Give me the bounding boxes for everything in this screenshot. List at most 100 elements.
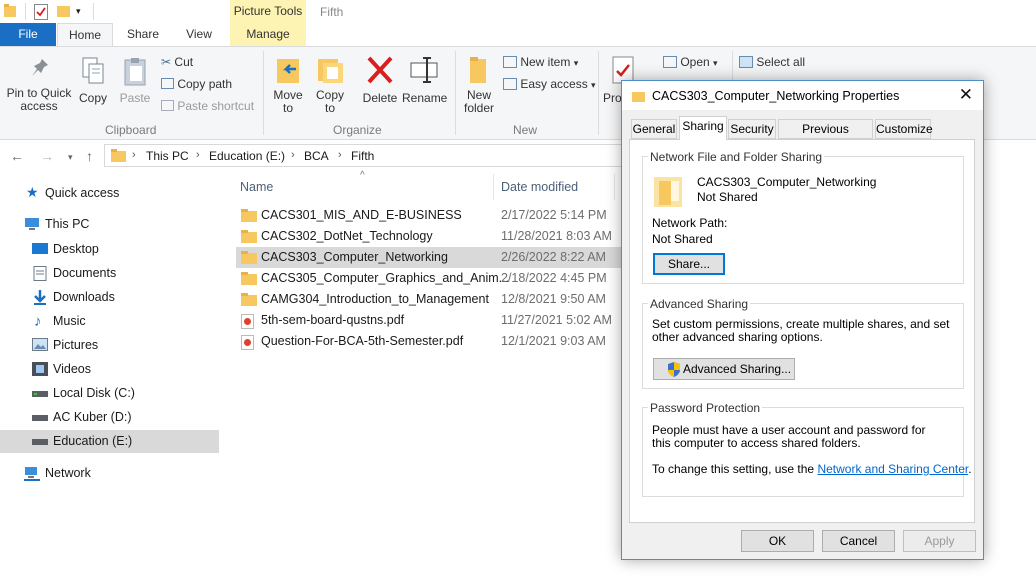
nav-local-disk-c[interactable]: Local Disk (C:) (0, 382, 219, 405)
file-date-modified: 2/17/2022 5:14 PM (501, 208, 607, 222)
back-arrow-icon[interactable]: ← (10, 148, 24, 164)
copy-button[interactable]: Copy (76, 57, 110, 105)
nav-label: AC Kuber (D:) (53, 410, 132, 424)
window-title: Fifth (320, 5, 344, 19)
tab-home[interactable]: Home (57, 23, 113, 47)
file-row[interactable]: 5th-sem-board-qustns.pdf 11/27/2021 5:02 … (236, 310, 636, 331)
chevron-right-icon[interactable]: › (338, 149, 342, 161)
column-header-date-modified[interactable]: Date modified (501, 180, 578, 194)
nav-videos[interactable]: Videos (0, 358, 219, 381)
new-item-button[interactable]: New item ▾ (503, 55, 578, 70)
move-to-button[interactable]: Move to (270, 55, 306, 115)
nav-downloads[interactable]: Downloads (0, 286, 219, 309)
open-button[interactable]: Open ▾ (663, 55, 718, 70)
forward-arrow-icon[interactable]: → (40, 148, 54, 164)
file-name: CACS302_DotNet_Technology (261, 229, 433, 243)
paste-shortcut-button[interactable]: Paste shortcut (161, 99, 254, 113)
group-divider (598, 51, 599, 135)
nav-label: This PC (45, 217, 90, 231)
tab-security[interactable]: Security (728, 119, 776, 139)
nav-network[interactable]: Network (0, 462, 219, 485)
file-name: CACS303_Computer_Networking (261, 250, 448, 264)
close-icon[interactable]: ✕ (959, 86, 973, 103)
tab-file[interactable]: File (0, 23, 56, 47)
sort-ascending-icon: ^ (360, 170, 365, 181)
nav-music[interactable]: ♪ Music (0, 310, 219, 333)
file-row[interactable]: CACS302_DotNet_Technology 11/28/2021 8:03… (236, 226, 636, 247)
column-header-name[interactable]: Name (240, 180, 273, 194)
rename-icon (410, 57, 438, 83)
easy-access-icon (503, 78, 517, 90)
folder-icon (241, 251, 257, 265)
breadcrumb-education[interactable]: Education (E:) (209, 149, 285, 163)
new-folder-button[interactable]: New folder (460, 55, 498, 115)
file-row[interactable]: CAMG304_Introduction_to_Management 12/8/2… (236, 289, 636, 310)
star-icon: ★ (26, 184, 39, 200)
advanced-sharing-button[interactable]: Advanced Sharing... (653, 358, 795, 380)
select-all-button[interactable]: Select all (739, 55, 805, 69)
nav-quick-access[interactable]: ★ Quick access (0, 182, 219, 205)
copy-to-button[interactable]: Copy to (313, 55, 347, 115)
tab-previous-versions[interactable]: Previous Versions (778, 119, 873, 155)
videos-icon (32, 362, 48, 376)
share-button[interactable]: Share... (653, 253, 725, 275)
file-name: CAMG304_Introduction_to_Management (261, 292, 489, 306)
title-bar: ▾ (0, 0, 1036, 24)
properties-qa-icon[interactable] (34, 4, 48, 20)
pin-to-quick-access-button[interactable]: Pin to Quick access (2, 57, 76, 113)
delete-button[interactable]: Delete (360, 55, 400, 105)
breadcrumb-bca[interactable]: BCA (304, 149, 329, 163)
tab-sharing[interactable]: Sharing (679, 116, 727, 140)
nav-ac-kuber-d[interactable]: AC Kuber (D:) (0, 406, 219, 429)
chevron-right-icon[interactable]: › (132, 149, 136, 161)
network-sharing-center-link[interactable]: Network and Sharing Center (817, 462, 968, 476)
nav-desktop[interactable]: Desktop (0, 238, 219, 261)
apply-button[interactable]: Apply (903, 530, 976, 552)
recent-locations-icon[interactable]: ▾ (68, 152, 73, 163)
folder-icon (241, 272, 257, 286)
folder-icon (111, 148, 126, 163)
file-date-modified: 11/27/2021 5:02 AM (501, 313, 612, 327)
nav-pictures[interactable]: Pictures (0, 334, 219, 357)
file-date-modified: 12/8/2021 9:50 AM (501, 292, 606, 306)
nav-documents[interactable]: Documents (0, 262, 219, 285)
rename-button[interactable]: Rename (402, 55, 448, 105)
copy-path-label: Copy path (177, 77, 233, 91)
pictures-icon (32, 338, 48, 352)
tab-view[interactable]: View (172, 23, 226, 47)
properties-dialog: CACS303_Computer_Networking Properties ✕… (621, 80, 984, 560)
new-folder-qa-icon[interactable] (57, 4, 70, 18)
qa-dropdown-icon[interactable]: ▾ (76, 6, 81, 17)
tab-share[interactable]: Share (118, 23, 168, 47)
file-row[interactable]: CACS305_Computer_Graphics_and_Anim... 2/1… (236, 268, 636, 289)
network-path-value: Not Shared (652, 232, 713, 246)
tab-customize[interactable]: Customize (875, 119, 933, 139)
music-note-icon: ♪ (34, 313, 42, 330)
ok-button[interactable]: OK (741, 530, 814, 552)
easy-access-button[interactable]: Easy access ▾ (503, 77, 596, 92)
pin-label: Pin to Quick access (6, 86, 72, 113)
file-row[interactable]: CACS301_MIS_AND_E-BUSINESS 2/17/2022 5:14… (236, 205, 636, 226)
pdf-file-icon (241, 335, 254, 350)
up-arrow-icon[interactable]: ↑ (86, 148, 93, 164)
file-row[interactable]: Question-For-BCA-5th-Semester.pdf 12/1/20… (236, 331, 636, 352)
copy-path-button[interactable]: Copy path (161, 77, 232, 91)
nav-education-e[interactable]: Education (E:) (0, 430, 219, 453)
chevron-right-icon[interactable]: › (196, 149, 200, 161)
rename-label: Rename (402, 91, 448, 105)
tab-general[interactable]: General (631, 119, 677, 139)
move-to-label: Move to (273, 88, 303, 115)
folder-icon (632, 90, 645, 103)
computer-icon (24, 217, 40, 231)
nav-this-pc[interactable]: This PC (0, 213, 219, 236)
cancel-button[interactable]: Cancel (822, 530, 895, 552)
breadcrumb-this-pc[interactable]: This PC (146, 149, 189, 163)
tab-manage[interactable]: Manage (230, 23, 306, 47)
cut-button[interactable]: ✂ Cut (161, 55, 193, 69)
chevron-right-icon[interactable]: › (291, 149, 295, 161)
file-row[interactable]: CACS303_Computer_Networking 2/26/2022 8:2… (236, 247, 636, 268)
file-name: CACS305_Computer_Graphics_and_Anim... (261, 271, 510, 285)
file-date-modified: 11/28/2021 8:03 AM (501, 229, 612, 243)
paste-button[interactable]: Paste (116, 57, 154, 105)
breadcrumb-fifth[interactable]: Fifth (351, 149, 374, 163)
